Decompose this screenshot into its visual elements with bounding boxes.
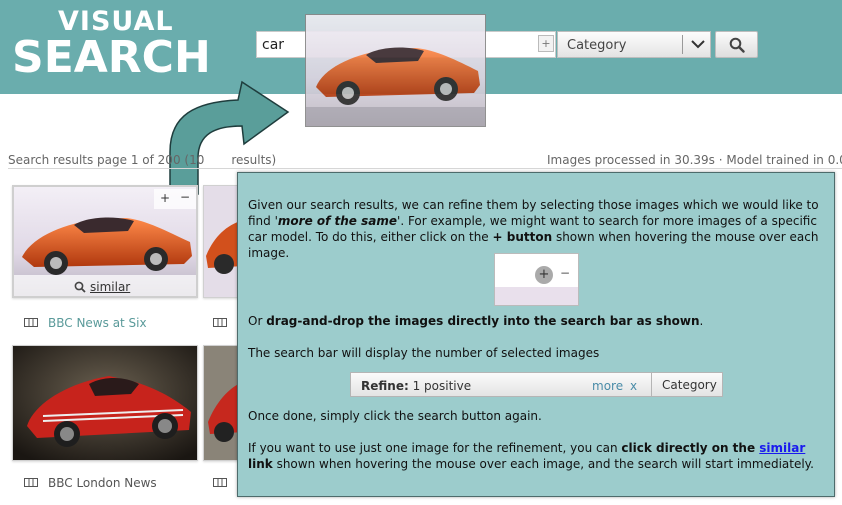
help-emphasis: click directly on the <box>621 441 760 455</box>
results-count: Search results page 1 of 200 (10 results) <box>8 153 276 167</box>
example-plus-button: + <box>535 266 553 284</box>
example-minus-button: − <box>560 266 571 280</box>
result-source <box>213 316 237 330</box>
search-add-button[interactable]: + <box>538 35 554 52</box>
help-text: shown when hovering the mouse over each … <box>272 457 814 471</box>
car-photo <box>13 346 197 460</box>
chevron-down-icon <box>691 40 705 49</box>
logo-line1: VISUAL <box>58 6 174 37</box>
help-text: Or <box>248 314 267 328</box>
refine-clear-icon: x <box>630 379 638 393</box>
refine-label: Refine: 1 positive <box>361 378 471 394</box>
magnifier-icon <box>74 281 86 293</box>
tv-channel-icon <box>24 318 38 327</box>
help-text: If you want to use just one image for th… <box>248 441 622 455</box>
help-paragraph-2: Or drag-and-drop the images directly int… <box>248 313 703 329</box>
help-overlay: Given our search results, we can refine … <box>237 172 835 497</box>
refine-label-text: Refine: <box>361 379 409 393</box>
help-paragraph-5: If you want to use just one image for th… <box>248 440 826 472</box>
help-emphasis: link <box>248 457 273 471</box>
example-refine-bar: Refine: 1 positive more x Category <box>350 372 723 397</box>
search-button[interactable] <box>715 31 758 58</box>
category-select-label: Category <box>567 38 627 53</box>
tv-channel-icon <box>24 478 38 487</box>
refine-buttons: + − <box>154 189 196 209</box>
help-emphasis: drag-and-drop the images directly into t… <box>266 314 700 328</box>
help-similar-link[interactable]: similar <box>759 441 805 455</box>
similar-link[interactable]: similar <box>90 280 130 294</box>
processing-stats: Images processed in 30.39s · Model train… <box>547 153 842 167</box>
help-paragraph-4: Once done, simply click the search butto… <box>248 409 542 423</box>
result-source: BBC News at Six <box>24 316 147 330</box>
help-emphasis: + button <box>492 230 553 244</box>
refine-value: 1 positive <box>412 379 472 393</box>
example-thumbnail-image <box>495 287 578 305</box>
example-thumbnail: + − <box>494 253 579 306</box>
category-select[interactable]: Category <box>557 31 711 58</box>
help-paragraph-3: The search bar will display the number o… <box>248 346 600 360</box>
divider <box>8 168 842 169</box>
refine-more-link: more <box>592 379 624 393</box>
result-source: BBC London News <box>24 476 157 490</box>
tv-channel-icon <box>213 318 227 327</box>
result-thumbnail[interactable]: + − similar <box>12 185 198 298</box>
dragged-image-preview <box>305 14 486 127</box>
results-count-tail: results) <box>231 153 277 167</box>
result-source <box>213 476 237 490</box>
result-source-label[interactable]: BBC News at Six <box>48 316 147 330</box>
refine-category: Category <box>651 372 724 397</box>
category-divider <box>682 35 683 54</box>
page: VISUAL SEARCH car + Category Search resu… <box>0 0 842 505</box>
tv-channel-icon <box>213 478 227 487</box>
results-count-text: Search results page 1 of 200 (10 <box>8 153 205 167</box>
result-thumbnail[interactable] <box>12 345 198 461</box>
help-paragraph-1: Given our search results, we can refine … <box>248 197 824 261</box>
help-emphasis: more of the same <box>277 214 398 228</box>
similar-link-wrap: similar <box>74 280 130 294</box>
add-negative-button[interactable]: − <box>180 190 190 204</box>
add-positive-button[interactable]: + <box>160 191 170 205</box>
search-icon <box>729 37 745 53</box>
car-photo <box>306 15 485 126</box>
help-text: . <box>699 314 704 328</box>
result-source-label[interactable]: BBC London News <box>48 476 157 490</box>
